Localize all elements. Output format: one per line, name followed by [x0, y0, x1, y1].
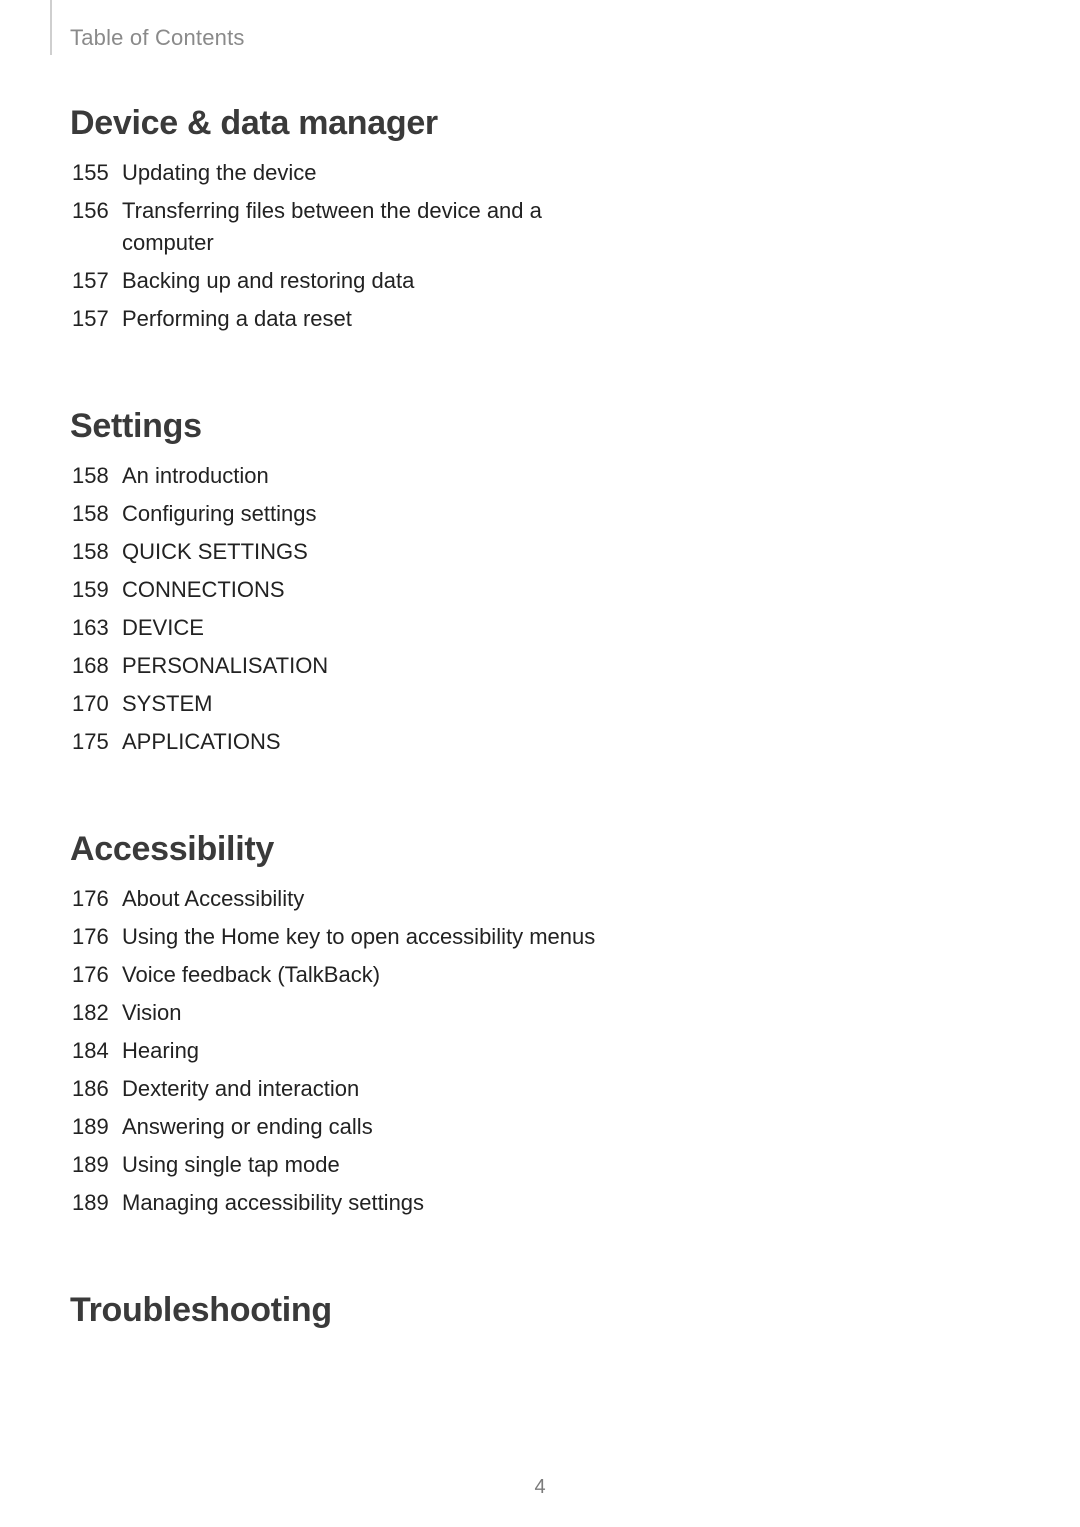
toc-item[interactable]: 189 Using single tap mode — [70, 1149, 630, 1181]
section-title[interactable]: Device & data manager — [70, 104, 630, 143]
toc-item[interactable]: 168 PERSONALISATION — [70, 650, 630, 682]
toc-section-settings: Settings 158 An introduction 158 Configu… — [70, 407, 630, 758]
header-crop-mark: Table of Contents — [50, 0, 245, 55]
toc-item[interactable]: 189 Managing accessibility settings — [70, 1187, 630, 1219]
toc-item-text: CONNECTIONS — [122, 574, 630, 606]
toc-item[interactable]: 176 About Accessibility — [70, 883, 630, 915]
toc-item-text: DEVICE — [122, 612, 630, 644]
toc-item-text: Hearing — [122, 1035, 630, 1067]
toc-item-text: Updating the device — [122, 157, 630, 189]
toc-item[interactable]: 159 CONNECTIONS — [70, 574, 630, 606]
toc-page-number: 157 — [70, 265, 122, 297]
toc-item-text: Answering or ending calls — [122, 1111, 630, 1143]
toc-item-text: Configuring settings — [122, 498, 630, 530]
toc-list: 176 About Accessibility 176 Using the Ho… — [70, 883, 630, 1219]
toc-section-device-data-manager: Device & data manager 155 Updating the d… — [70, 104, 630, 335]
section-title[interactable]: Settings — [70, 407, 630, 446]
toc-page-number: 156 — [70, 195, 122, 227]
toc-item[interactable]: 176 Voice feedback (TalkBack) — [70, 959, 630, 991]
toc-item[interactable]: 157 Performing a data reset — [70, 303, 630, 335]
toc-item-text: Using the Home key to open accessibility… — [122, 921, 630, 953]
toc-item-text: SYSTEM — [122, 688, 630, 720]
toc-item[interactable]: 182 Vision — [70, 997, 630, 1029]
toc-page-number: 182 — [70, 997, 122, 1029]
toc-item-text: An introduction — [122, 460, 630, 492]
toc-page-number: 186 — [70, 1073, 122, 1105]
toc-item-text: Voice feedback (TalkBack) — [122, 959, 630, 991]
toc-item-text: Managing accessibility settings — [122, 1187, 630, 1219]
toc-page-number: 158 — [70, 498, 122, 530]
toc-item[interactable]: 189 Answering or ending calls — [70, 1111, 630, 1143]
toc-item[interactable]: 158 An introduction — [70, 460, 630, 492]
toc-item[interactable]: 170 SYSTEM — [70, 688, 630, 720]
toc-item[interactable]: 186 Dexterity and interaction — [70, 1073, 630, 1105]
toc-page-number: 159 — [70, 574, 122, 606]
toc-item-text: Vision — [122, 997, 630, 1029]
toc-item-text: QUICK SETTINGS — [122, 536, 630, 568]
toc-page-number: 163 — [70, 612, 122, 644]
toc-page-number: 189 — [70, 1187, 122, 1219]
toc-page-number: 170 — [70, 688, 122, 720]
toc-item-text: Dexterity and interaction — [122, 1073, 630, 1105]
toc-page-number: 176 — [70, 959, 122, 991]
toc-page-number: 176 — [70, 921, 122, 953]
toc-item-text: Backing up and restoring data — [122, 265, 630, 297]
toc-page-number: 175 — [70, 726, 122, 758]
toc-content-column: Device & data manager 155 Updating the d… — [70, 24, 630, 1330]
toc-page-number: 189 — [70, 1149, 122, 1181]
toc-item[interactable]: 155 Updating the device — [70, 157, 630, 189]
toc-item-text: About Accessibility — [122, 883, 630, 915]
toc-page-number: 176 — [70, 883, 122, 915]
toc-section-accessibility: Accessibility 176 About Accessibility 17… — [70, 830, 630, 1219]
toc-section-troubleshooting: Troubleshooting — [70, 1291, 630, 1330]
toc-item-text: APPLICATIONS — [122, 726, 630, 758]
toc-item[interactable]: 163 DEVICE — [70, 612, 630, 644]
toc-list: 158 An introduction 158 Configuring sett… — [70, 460, 630, 758]
toc-page-number: 158 — [70, 536, 122, 568]
toc-page-number: 184 — [70, 1035, 122, 1067]
toc-item[interactable]: 157 Backing up and restoring data — [70, 265, 630, 297]
toc-item[interactable]: 184 Hearing — [70, 1035, 630, 1067]
toc-item-text: PERSONALISATION — [122, 650, 630, 682]
toc-page-number: 155 — [70, 157, 122, 189]
toc-item-text: Using single tap mode — [122, 1149, 630, 1181]
toc-page-number: 158 — [70, 460, 122, 492]
toc-item[interactable]: 158 Configuring settings — [70, 498, 630, 530]
page-number: 4 — [0, 1476, 1080, 1499]
toc-page-number: 168 — [70, 650, 122, 682]
header-label: Table of Contents — [70, 25, 245, 51]
toc-item[interactable]: 176 Using the Home key to open accessibi… — [70, 921, 630, 953]
toc-list: 155 Updating the device 156 Transferring… — [70, 157, 630, 335]
section-title[interactable]: Troubleshooting — [70, 1291, 630, 1330]
section-title[interactable]: Accessibility — [70, 830, 630, 869]
toc-page-number: 157 — [70, 303, 122, 335]
toc-page-number: 189 — [70, 1111, 122, 1143]
toc-item-text: Performing a data reset — [122, 303, 630, 335]
toc-item-text: Transferring files between the device an… — [122, 195, 630, 259]
toc-item[interactable]: 175 APPLICATIONS — [70, 726, 630, 758]
toc-item[interactable]: 156 Transferring files between the devic… — [70, 195, 630, 259]
toc-item[interactable]: 158 QUICK SETTINGS — [70, 536, 630, 568]
page: Table of Contents Device & data manager … — [0, 0, 1080, 1527]
